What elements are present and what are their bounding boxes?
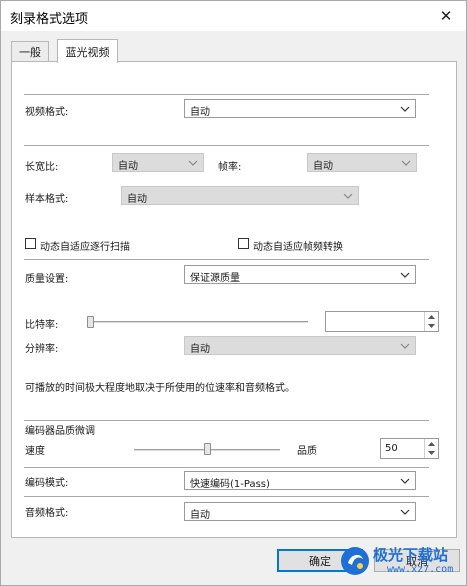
- encode-mode-label: 编码模式:: [25, 478, 69, 489]
- watermark-logo-icon: [341, 547, 369, 575]
- adaptive-progressive-label: 动态自适应逐行扫描: [40, 242, 130, 253]
- spin-up-icon[interactable]: [425, 312, 438, 321]
- quality-tune-value: 50: [385, 443, 398, 454]
- aspect-ratio-select[interactable]: 自动: [112, 153, 204, 172]
- audio-format-label: 音频格式:: [25, 508, 69, 519]
- video-format-value: 自动: [190, 107, 210, 118]
- spin-down-icon[interactable]: [425, 321, 438, 330]
- speed-label: 速度: [25, 446, 45, 457]
- encoder-tuning-title: 编码器品质微调: [25, 426, 95, 437]
- title-bar: 刻录格式选项 ✕: [1, 1, 466, 31]
- chevron-down-icon: [399, 474, 411, 487]
- resolution-value: 自动: [190, 344, 210, 355]
- close-icon[interactable]: ✕: [435, 5, 457, 27]
- chevron-down-icon: [342, 189, 354, 202]
- ok-button-label: 确定: [309, 554, 331, 568]
- encode-mode-select[interactable]: 快速编码(1-Pass): [184, 471, 416, 490]
- tab-panel: 视频格式: 自动 长宽比: 自动 帧率: 自动 样本格式: 自动 动态自适应逐行…: [11, 61, 457, 538]
- aspect-ratio-label: 长宽比:: [25, 162, 59, 173]
- video-format-select[interactable]: 自动: [184, 99, 416, 118]
- bitrate-spinner[interactable]: [325, 311, 439, 332]
- adaptive-framerate-label: 动态自适应帧频转换: [253, 242, 343, 253]
- spin-up-icon[interactable]: [425, 439, 438, 448]
- bitrate-slider-track[interactable]: [87, 321, 308, 324]
- window-title: 刻录格式选项: [10, 12, 89, 27]
- spin-down-icon[interactable]: [425, 448, 438, 457]
- watermark-text: 极光下载站: [373, 546, 449, 564]
- sample-format-label: 样本格式:: [25, 194, 69, 205]
- watermark-url: www.xz7.com: [387, 564, 454, 575]
- tab-label: 一般: [19, 45, 41, 59]
- quality-spinner[interactable]: 50: [380, 438, 439, 459]
- frame-rate-label: 帧率:: [218, 162, 242, 173]
- chevron-down-icon: [400, 156, 412, 169]
- encoder-slider-thumb[interactable]: [203, 443, 211, 455]
- separator: [24, 259, 429, 260]
- burn-format-dialog: 刻录格式选项 ✕ 一般 蓝光视频 视频格式: 自动 长宽比: 自动 帧率: 自动: [0, 0, 467, 586]
- quality-label: 质量设置:: [25, 274, 69, 285]
- chevron-down-icon: [187, 156, 199, 169]
- chevron-down-icon: [399, 268, 411, 281]
- bitrate-slider-thumb[interactable]: [87, 316, 94, 328]
- separator: [24, 467, 429, 468]
- quality-spinner-buttons: [424, 439, 438, 458]
- separator: [24, 94, 429, 95]
- separator: [24, 420, 429, 421]
- resolution-label: 分辨率:: [25, 344, 59, 355]
- tab-bluray-video[interactable]: 蓝光视频: [57, 39, 118, 63]
- audio-format-select[interactable]: 自动: [184, 502, 416, 521]
- tab-label: 蓝光视频: [65, 45, 110, 59]
- chevron-down-icon: [399, 102, 411, 115]
- resolution-select[interactable]: 自动: [184, 336, 416, 355]
- info-text: 可播放的时间极大程度地取决于所使用的位速率和音频格式。: [25, 383, 295, 394]
- separator: [24, 496, 429, 497]
- quality-select[interactable]: 保证源质量: [184, 265, 416, 284]
- chevron-down-icon: [399, 505, 411, 518]
- video-format-label: 视频格式:: [25, 107, 69, 118]
- bitrate-spinner-buttons: [424, 312, 438, 331]
- sample-format-select[interactable]: 自动: [121, 186, 359, 205]
- quality-tune-label: 品质: [297, 446, 317, 457]
- bitrate-label: 比特率:: [25, 320, 59, 331]
- tab-general[interactable]: 一般: [11, 41, 49, 61]
- adaptive-framerate-checkbox[interactable]: [238, 238, 249, 249]
- frame-rate-select[interactable]: 自动: [307, 153, 417, 172]
- sample-format-value: 自动: [127, 194, 147, 205]
- watermark: 极光下载站 www.xz7.com: [339, 542, 461, 582]
- frame-rate-value: 自动: [313, 161, 333, 172]
- separator: [24, 145, 429, 146]
- encode-mode-value: 快速编码(1-Pass): [190, 479, 270, 490]
- audio-format-value: 自动: [190, 510, 210, 521]
- aspect-ratio-value: 自动: [118, 161, 138, 172]
- quality-value: 保证源质量: [190, 273, 240, 284]
- chevron-down-icon: [399, 339, 411, 352]
- adaptive-progressive-checkbox[interactable]: [25, 238, 36, 249]
